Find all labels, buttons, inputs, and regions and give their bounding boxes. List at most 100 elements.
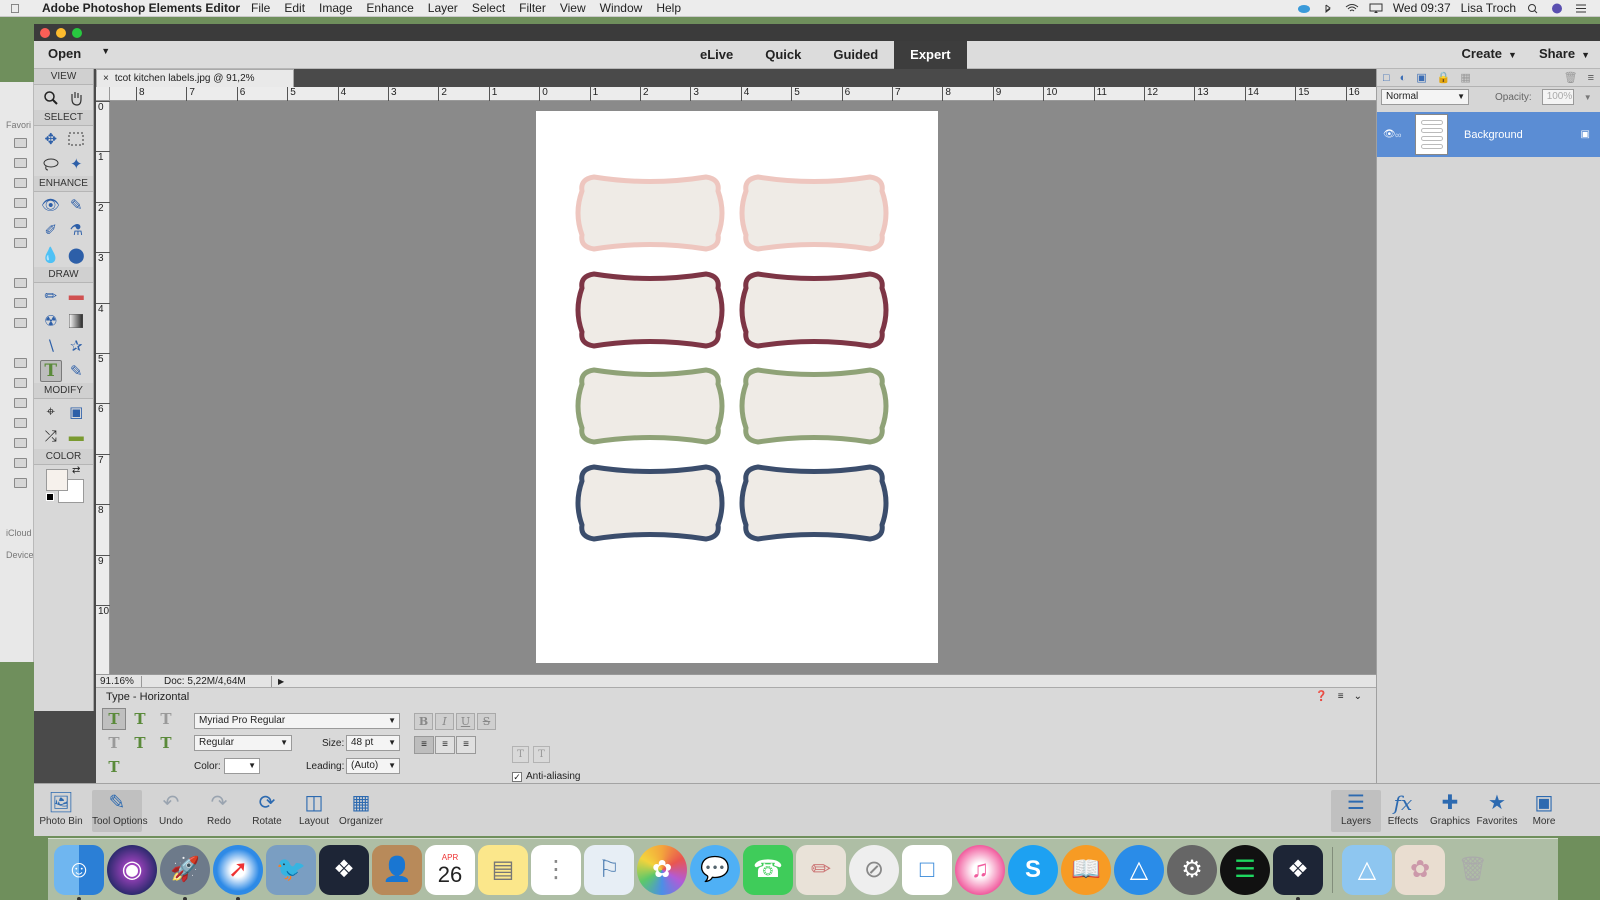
leading-field[interactable]: (Auto) ▼ — [346, 758, 400, 774]
share-button[interactable]: Share ▼ — [1539, 46, 1590, 61]
cloud-sync-icon[interactable] — [1297, 3, 1311, 14]
folder-icon[interactable] — [14, 358, 27, 368]
siri-icon[interactable] — [1550, 3, 1564, 14]
facetime-dock-icon[interactable]: ☎ — [743, 844, 793, 895]
folder-icon[interactable] — [14, 298, 27, 308]
default-colors-icon[interactable] — [46, 493, 54, 501]
spot-healing-tool-icon[interactable]: ✎ — [65, 194, 87, 216]
crop-tool-icon[interactable]: ⌖ — [40, 401, 62, 423]
foreground-color-swatch[interactable] — [46, 469, 68, 491]
text-on-selection-icon[interactable]: T — [128, 732, 152, 754]
content-aware-move-tool-icon[interactable]: ⤮ — [40, 426, 62, 448]
folder-icon[interactable] — [14, 478, 27, 488]
collapse-chevron-icon[interactable]: ⌄ — [1354, 691, 1362, 702]
tab-expert[interactable]: Expert — [894, 41, 967, 69]
paint-bucket-tool-icon[interactable]: ☢ — [40, 310, 62, 332]
folder-icon[interactable] — [14, 378, 27, 388]
brush-tool-icon[interactable]: ✏ — [40, 285, 62, 307]
close-document-icon[interactable]: × — [103, 73, 109, 84]
hand-tool-icon[interactable] — [65, 87, 87, 109]
new-layer-icon[interactable]: □ — [1383, 72, 1390, 84]
no-entry-app-dock-icon[interactable]: ⊘ — [849, 844, 899, 895]
pencil-tool-icon[interactable]: ✎ — [65, 360, 87, 382]
status-menu-arrow-icon[interactable]: ▶ — [272, 677, 284, 686]
panel-menu-icon[interactable]: ≡ — [1588, 72, 1594, 84]
gradient-tool-icon[interactable] — [65, 310, 87, 332]
wifi-icon[interactable] — [1345, 3, 1359, 14]
strikethrough-button[interactable]: S — [477, 713, 496, 730]
messages-dock-icon[interactable]: 💬 — [690, 844, 740, 895]
document-page[interactable] — [536, 111, 938, 663]
font-family-select[interactable]: Myriad Pro Regular ▼ — [194, 713, 400, 729]
layer-row-background[interactable]: 👁 ∞ Background ▣ — [1377, 112, 1600, 157]
zoom-level[interactable]: 91.16% — [96, 675, 142, 687]
folder-icon[interactable] — [14, 218, 27, 228]
airplay-icon[interactable] — [1369, 3, 1383, 14]
tool-options-button[interactable]: ✎ Tool Options — [92, 790, 148, 832]
delete-layer-icon[interactable]: 🗑 — [1564, 71, 1578, 84]
photos-dock-icon[interactable]: ✿ — [637, 844, 687, 895]
sponge-tool-icon[interactable]: ⬤ — [65, 244, 87, 266]
text-on-path-icon[interactable]: T — [102, 756, 126, 778]
smart-brush-tool-icon[interactable]: ✐ — [40, 219, 62, 241]
tab-elive[interactable]: eLive — [684, 41, 749, 69]
rotate-button[interactable]: ⟳ Rotate — [242, 790, 292, 827]
text-on-shape-icon[interactable]: T — [154, 732, 178, 754]
ibooks-dock-icon[interactable]: 📖 — [1061, 844, 1111, 895]
photoshop-elements-editor-dock-icon[interactable]: ❖ — [1273, 844, 1323, 900]
menubar-clock[interactable]: Wed 09:37 — [1393, 1, 1451, 15]
finder-dock-icon[interactable]: ☺ — [54, 844, 104, 900]
recompose-tool-icon[interactable]: ▣ — [65, 401, 87, 423]
folder-icon[interactable] — [14, 158, 27, 168]
app-name-menu[interactable]: Adobe Photoshop Elements Editor — [42, 1, 240, 15]
menu-help[interactable]: Help — [656, 1, 681, 15]
zoom-tool-icon[interactable] — [40, 87, 62, 109]
lock-all-icon[interactable]: 🔒 — [1437, 71, 1451, 84]
effects-button[interactable]: fx Effects — [1378, 790, 1428, 827]
lasso-tool-icon[interactable] — [40, 153, 62, 175]
safari-dock-icon[interactable]: ➚ — [213, 844, 263, 900]
apple-menu-icon[interactable]:  — [10, 1, 28, 16]
reminders-dock-icon[interactable]: ⋮ — [531, 844, 581, 895]
notes-dock-icon[interactable]: ▤ — [478, 844, 528, 895]
folder-icon[interactable] — [14, 418, 27, 428]
quick-selection-tool-icon[interactable]: ✦ — [65, 153, 87, 175]
redo-button[interactable]: ↷ Redo — [194, 790, 244, 827]
preview-dock-icon[interactable]: 🐦 — [266, 844, 316, 895]
minimize-window-button[interactable] — [56, 28, 66, 38]
create-button[interactable]: Create ▼ — [1462, 46, 1517, 61]
organizer-button[interactable]: ▦ Organizer — [336, 790, 386, 827]
menu-window[interactable]: Window — [600, 1, 643, 15]
layers-button[interactable]: ☰ Layers — [1331, 790, 1381, 832]
close-window-button[interactable] — [40, 28, 50, 38]
spotify-dock-icon[interactable]: ☰ — [1220, 844, 1270, 895]
horizontal-type-icon[interactable]: T — [102, 708, 126, 730]
custom-shape-tool-icon[interactable]: ✰ — [65, 335, 87, 357]
adjustment-layer-icon[interactable]: ◐ — [1400, 72, 1407, 84]
menu-edit[interactable]: Edit — [284, 1, 305, 15]
menu-image[interactable]: Image — [319, 1, 352, 15]
lock-transparency-icon[interactable]: ▦ — [1460, 71, 1470, 84]
bold-button[interactable]: B — [414, 713, 433, 730]
folder-icon[interactable] — [14, 398, 27, 408]
tab-quick[interactable]: Quick — [749, 41, 817, 69]
launchpad-dock-icon[interactable]: 🚀 — [160, 844, 210, 900]
menu-filter[interactable]: Filter — [519, 1, 546, 15]
swap-colors-icon[interactable]: ⇄ — [72, 465, 80, 476]
more-button[interactable]: ▣ More — [1519, 790, 1569, 827]
open-button[interactable]: Open ▼ — [48, 46, 110, 61]
eraser-tool-icon[interactable]: ▬ — [65, 285, 87, 307]
app-store-dock-icon[interactable]: △ — [1114, 844, 1164, 895]
eyedropper-tool-icon[interactable]: ∖ — [40, 335, 62, 357]
layer-name[interactable]: Background — [1464, 129, 1523, 141]
graphics-button[interactable]: ✚ Graphics — [1425, 790, 1475, 827]
chevron-down-icon[interactable]: ▼ — [1584, 93, 1592, 102]
font-style-select[interactable]: Regular ▼ — [194, 735, 292, 751]
skype-dock-icon[interactable]: S — [1008, 844, 1058, 895]
blur-tool-icon[interactable]: 💧 — [40, 244, 62, 266]
horizontal-type-mask-icon[interactable]: T — [154, 708, 178, 730]
underline-button[interactable]: U — [456, 713, 475, 730]
warp-text-icon[interactable]: T — [512, 746, 529, 763]
italic-button[interactable]: I — [435, 713, 454, 730]
menu-view[interactable]: View — [560, 1, 586, 15]
